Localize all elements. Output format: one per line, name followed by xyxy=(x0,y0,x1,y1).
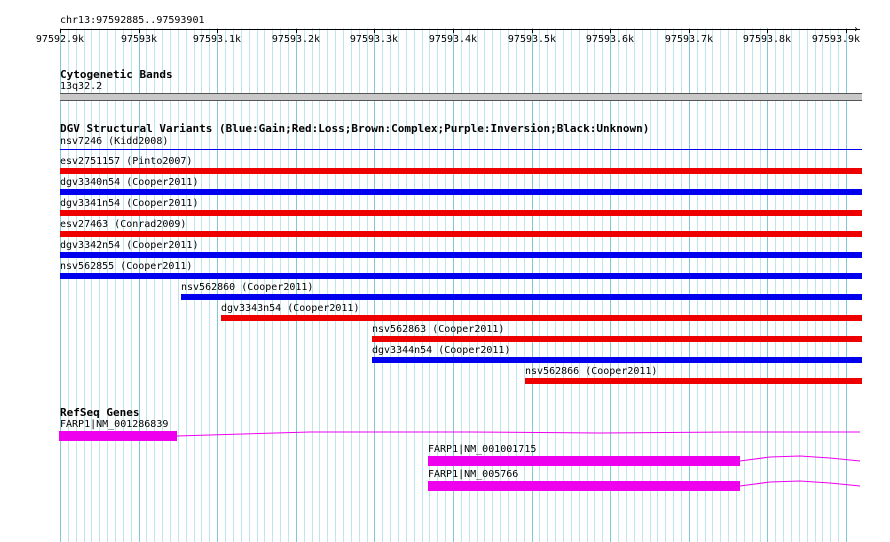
genome-browser-panel: chr13:97592885..97593901 › 97592.9k 97593… xyxy=(0,0,890,542)
gene-intron-line[interactable] xyxy=(0,0,890,542)
